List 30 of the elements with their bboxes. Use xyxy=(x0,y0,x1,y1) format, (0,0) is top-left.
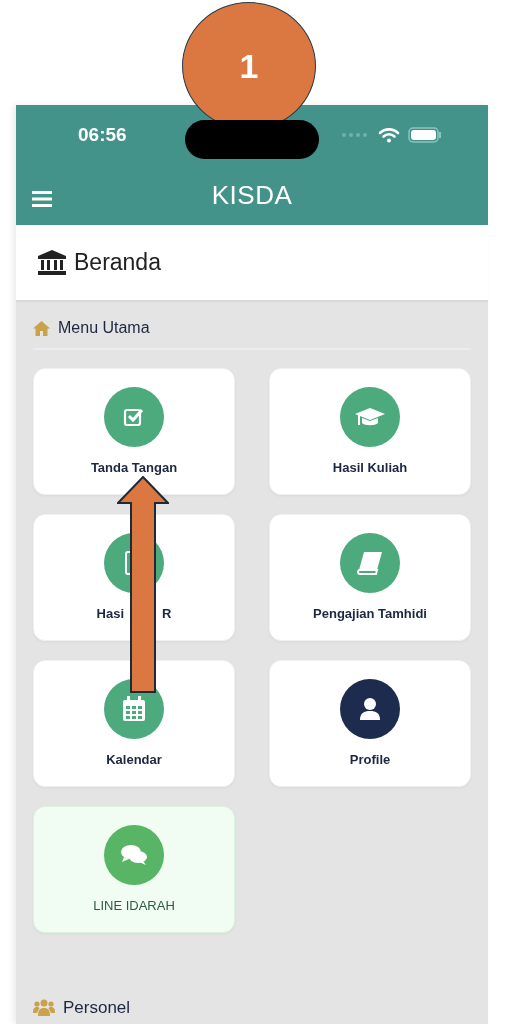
group-icon xyxy=(33,999,55,1017)
section-title: Personel xyxy=(63,997,131,1019)
tile-label: Tanda Tangan xyxy=(90,459,178,477)
tile-label: Profile xyxy=(349,751,391,769)
menu-tile[interactable]: Profile xyxy=(269,660,471,787)
home-icon xyxy=(33,320,50,336)
page-title: Beranda xyxy=(74,248,161,278)
menu-tile[interactable]: Pengajian Tamhidi xyxy=(269,514,471,641)
signal-icon xyxy=(342,132,370,138)
tile-label: Kalendar xyxy=(106,751,162,769)
tile-label: R xyxy=(162,605,172,623)
tile-label: Hasi xyxy=(96,605,125,623)
menu-tile[interactable]: Tanda Tangan xyxy=(33,368,235,495)
app-title: KISDA xyxy=(211,178,293,212)
book-icon xyxy=(356,550,384,576)
chat-icon xyxy=(120,843,148,867)
menu-tile[interactable]: Hasil Kuliah xyxy=(269,368,471,495)
menu-icon xyxy=(32,190,52,207)
tile-label: Pengajian Tamhidi xyxy=(313,605,427,623)
user-icon xyxy=(359,697,381,721)
tile-label: LINE IDARAH xyxy=(93,897,175,915)
menu-tile[interactable]: LINE IDARAH xyxy=(33,806,235,933)
wifi-icon xyxy=(378,127,400,143)
battery-icon xyxy=(408,127,442,143)
section-title: Menu Utama xyxy=(58,318,150,338)
status-time: 06:56 xyxy=(78,122,127,147)
menu-tile[interactable]: Kalendar xyxy=(33,660,235,787)
bank-icon xyxy=(37,249,67,276)
calendar-icon xyxy=(121,695,147,723)
tile-label: Hasil Kuliah xyxy=(332,459,408,477)
